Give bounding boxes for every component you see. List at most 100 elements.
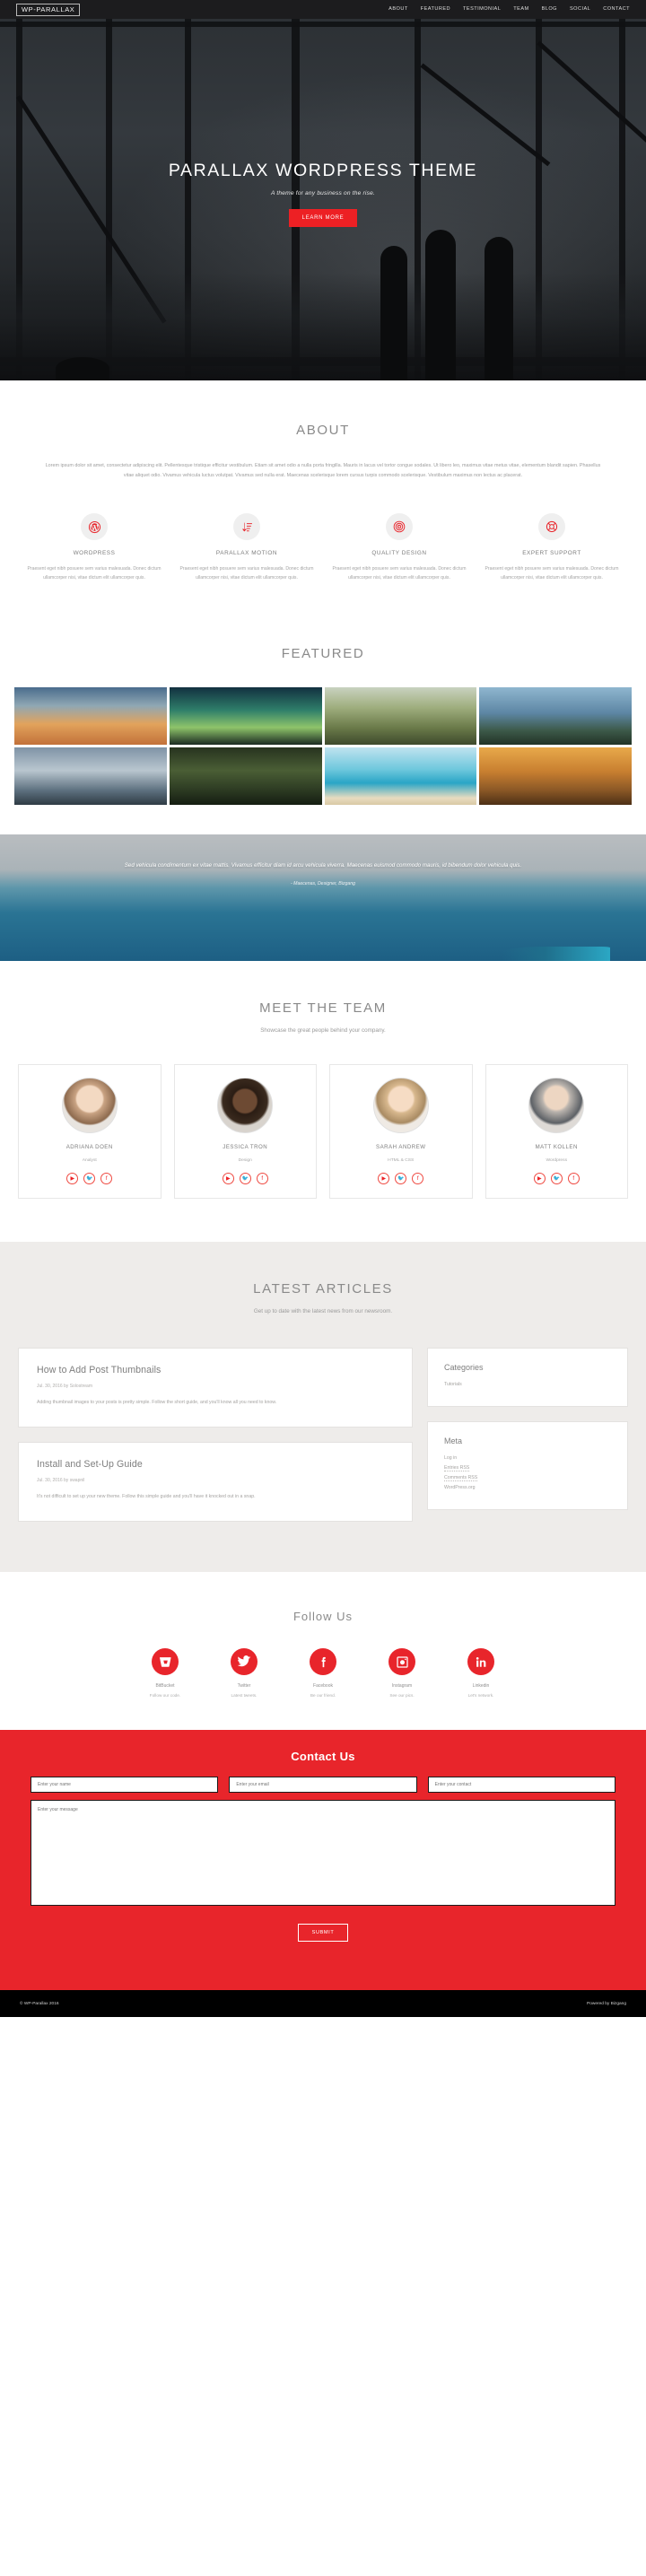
login-link[interactable]: Log in (444, 1455, 457, 1461)
feature-item-quality-design: QUALITY DESIGN Praesent eget nibh posuer… (323, 513, 476, 583)
name-input[interactable] (31, 1777, 219, 1794)
youtube-icon[interactable]: ▶ (378, 1173, 390, 1184)
wordpress-icon (81, 513, 108, 541)
gallery-tile[interactable] (479, 747, 632, 805)
meta-item[interactable]: Entries RSS (444, 1463, 611, 1473)
twitter-icon[interactable]: 🐦 (395, 1173, 407, 1184)
meta-item[interactable]: WordPress.org (444, 1483, 611, 1493)
entries-rss-link[interactable]: Entries RSS (444, 1464, 470, 1471)
nav-link-social[interactable]: SOCIAL (570, 6, 590, 13)
twitter-icon[interactable] (231, 1648, 258, 1676)
twitter-icon[interactable]: 🐦 (239, 1173, 251, 1184)
twitter-icon[interactable]: 🐦 (550, 1173, 563, 1184)
email-input[interactable] (229, 1777, 417, 1794)
team-member-card: JESSICA TRON Design ▶ 🐦 f (173, 1064, 317, 1199)
about-section: ABOUT Lorem ipsum dolor sit amet, consec… (0, 380, 646, 623)
meta-item[interactable]: Log in (444, 1454, 611, 1463)
meta-item[interactable]: Comments RSS (444, 1473, 611, 1483)
facebook-icon[interactable]: f (567, 1173, 580, 1184)
nav-link-blog[interactable]: BLOG (542, 6, 557, 13)
message-textarea[interactable] (31, 1800, 615, 1907)
twitter-icon[interactable]: 🐦 (83, 1173, 96, 1184)
category-link[interactable]: Tutorials (444, 1382, 462, 1387)
facebook-icon[interactable]: f (412, 1173, 424, 1184)
contact-input[interactable] (427, 1777, 615, 1794)
facebook-icon[interactable]: f (100, 1173, 113, 1184)
feature-title: EXPERT SUPPORT (522, 550, 581, 557)
post-title[interactable]: How to Add Post Thumbnails (37, 1365, 394, 1375)
gallery-tile[interactable] (14, 747, 167, 805)
gallery-tile[interactable] (14, 687, 167, 745)
submit-button[interactable]: SUBMIT (297, 1924, 349, 1943)
post-card[interactable]: Install and Set-Up Guide Jul. 30, 2016 b… (18, 1442, 413, 1523)
youtube-icon[interactable]: ▶ (222, 1173, 234, 1184)
feature-text: Praesent eget nibh posuere sem varius ma… (27, 566, 162, 581)
linkedin-icon[interactable] (467, 1648, 494, 1676)
follow-title: Follow Us (292, 1610, 354, 1624)
nav-link-contact[interactable]: CONTACT (603, 6, 630, 13)
team-title: MEET THE TEAM (259, 1000, 387, 1016)
featured-section: FEATURED (0, 623, 646, 805)
social-desc: Follow our code. (149, 1693, 181, 1698)
nav-link-team[interactable]: TEAM (513, 6, 528, 13)
widget-categories: Categories Tutorials (427, 1348, 628, 1407)
member-social-links: ▶ 🐦 f (182, 1173, 310, 1184)
team-grid: ADRIANA DOEN Analyst ▶ 🐦 f JESSICA TRON … (18, 1064, 628, 1199)
site-logo[interactable]: WP-PARALLAX (16, 3, 81, 16)
about-description: Lorem ipsum dolor sit amet, consectetur … (45, 463, 601, 479)
testimonial-quote: Sed vehicula condimentum ex vitae mattis… (124, 862, 522, 869)
instagram-icon[interactable] (388, 1648, 415, 1676)
youtube-icon[interactable]: ▶ (533, 1173, 546, 1184)
feature-text: Praesent eget nibh posuere sem varius ma… (484, 566, 619, 581)
team-member-card: MATT KOLLEN Wordpress ▶ 🐦 f (484, 1064, 628, 1199)
comments-rss-link[interactable]: Comments RSS (444, 1474, 478, 1481)
post-meta: Jul. 30, 2016 by Solostream (37, 1384, 92, 1389)
widget-title: Meta (444, 1436, 463, 1445)
feature-item-parallax-motion: PARALLAX MOTION Praesent eget nibh posue… (170, 513, 323, 583)
featured-gallery (14, 687, 632, 805)
hero-title: PARALLAX WORDPRESS THEME (168, 161, 478, 180)
social-desc: See our pics. (389, 1693, 415, 1698)
post-list: How to Add Post Thumbnails Jul. 30, 2016… (18, 1348, 413, 1536)
blog-title: LATEST ARTICLES (253, 1281, 393, 1297)
feature-list: WORDPRESS Praesent eget nibh posuere sem… (0, 481, 646, 623)
youtube-icon[interactable]: ▶ (66, 1173, 79, 1184)
gallery-tile[interactable] (324, 747, 477, 805)
gallery-tile[interactable] (169, 687, 322, 745)
testimonial-author: - Maecenas, Designer, Bizgang (290, 880, 356, 886)
gallery-tile[interactable] (324, 687, 477, 745)
feature-title: QUALITY DESIGN (371, 550, 427, 557)
gallery-tile[interactable] (169, 747, 322, 805)
top-navbar: WP-PARALLAX ABOUT FEATURED TESTIMONIAL T… (0, 0, 646, 19)
post-title[interactable]: Install and Set-Up Guide (37, 1459, 394, 1470)
bullseye-icon (386, 513, 413, 541)
avatar (217, 1078, 274, 1133)
category-item[interactable]: Tutorials (444, 1380, 611, 1390)
team-section: MEET THE TEAM Showcase the great people … (0, 961, 646, 1199)
bitbucket-icon[interactable] (152, 1648, 179, 1676)
avatar (372, 1078, 429, 1133)
social-name: BitBucket (155, 1683, 175, 1690)
nav-link-featured[interactable]: FEATURED (421, 6, 450, 13)
feature-text: Praesent eget nibh posuere sem varius ma… (332, 566, 467, 581)
facebook-icon[interactable]: f (256, 1173, 268, 1184)
nav-link-about[interactable]: ABOUT (388, 6, 408, 13)
learn-more-button[interactable]: LEARN MORE (288, 208, 358, 227)
post-card[interactable]: How to Add Post Thumbnails Jul. 30, 2016… (18, 1348, 413, 1428)
avatar (528, 1078, 585, 1133)
social-item-twitter: Twitter Latest tweets. (218, 1648, 270, 1698)
nav-link-testimonial[interactable]: TESTIMONIAL (463, 6, 501, 13)
wordpress-org-link[interactable]: WordPress.org (444, 1485, 476, 1490)
social-desc: Be our friend. (310, 1693, 336, 1698)
main-navigation: ABOUT FEATURED TESTIMONIAL TEAM BLOG SOC… (388, 6, 630, 13)
hero-section: PARALLAX WORDPRESS THEME A theme for any… (0, 0, 646, 380)
facebook-icon[interactable] (310, 1648, 336, 1676)
contact-form: SUBMIT (31, 1777, 615, 1943)
member-name: ADRIANA DOEN (65, 1144, 113, 1150)
team-member-card: SARAH ANDREW HTML & CSS ▶ 🐦 f (329, 1064, 473, 1199)
member-name: JESSICA TRON (223, 1144, 268, 1150)
gallery-tile[interactable] (479, 687, 632, 745)
featured-title: FEATURED (281, 646, 365, 661)
feature-text: Praesent eget nibh posuere sem varius ma… (179, 566, 314, 581)
about-title: ABOUT (296, 423, 350, 438)
